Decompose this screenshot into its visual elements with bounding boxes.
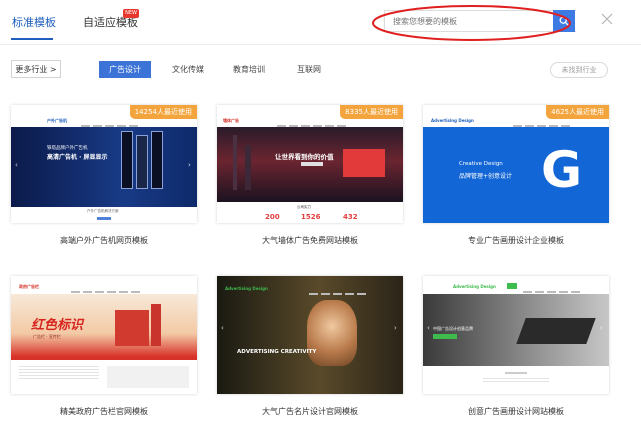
preview-nav — [81, 120, 141, 127]
preview-logo: 政府广告栏 — [19, 284, 39, 289]
preview-button — [301, 162, 323, 166]
preview-g-mark: G — [541, 141, 583, 199]
preview-section-line — [505, 372, 527, 374]
category-internet[interactable]: 互联网 — [297, 62, 321, 78]
template-card[interactable]: Advertising Design 中国广告设计创意品牌 ‹ › — [423, 276, 609, 394]
template-card[interactable]: 户外广告机 铁塔品牌户外广告机 高清广告机 · 屏显显示 ‹ › 户外广告机解决… — [11, 105, 197, 223]
preview-next-arrow: › — [188, 161, 191, 169]
search-icon — [559, 16, 569, 26]
category-culture-media[interactable]: 文化传媒 — [172, 62, 204, 78]
preview-next-arrow: › — [600, 324, 603, 332]
template-title[interactable]: 大气墙体广告免费网站模板 — [217, 235, 403, 246]
preview-portrait — [307, 300, 357, 366]
header: 标准模板 自适应模板 NEW — [0, 0, 641, 44]
preview-nav — [523, 286, 583, 293]
close-button[interactable] — [600, 12, 614, 26]
preview-button — [433, 334, 457, 339]
tab-standard-templates[interactable]: 标准模板 — [12, 14, 56, 30]
preview-kiosk — [151, 131, 163, 189]
preview-hero-line1: 让世界看到你的价值 — [275, 153, 334, 161]
preview-prev-arrow: ‹ — [221, 324, 224, 332]
close-icon — [601, 13, 613, 25]
preview-hero-line2: 高清广告机 · 屏显显示 — [47, 154, 108, 161]
preview-stat: 200 — [265, 213, 280, 221]
preview-billboard — [343, 149, 385, 177]
preview-nav — [71, 286, 143, 293]
preview-prev-arrow: ‹ — [15, 161, 18, 169]
preview-logo: 墙体广告 — [223, 118, 239, 123]
preview-nav — [277, 120, 349, 127]
preview-building — [233, 135, 237, 190]
category-education[interactable]: 教育培训 — [233, 62, 265, 78]
template-card[interactable]: 墙体广告 让世界看到你的价值 公司实力 200 1526 432 8335人最近… — [217, 105, 403, 223]
template-card[interactable]: Advertising Design Creative Design 品牌管理+… — [423, 105, 609, 223]
preview-hero-line1: 中国广告设计创意品牌 — [433, 326, 473, 331]
category-ad-design[interactable]: 广告设计 — [99, 61, 151, 78]
preview-building — [151, 304, 161, 346]
preview-nav-active — [507, 283, 517, 289]
preview-news-list — [19, 366, 99, 381]
preview-prev-arrow: ‹ — [427, 324, 430, 332]
usage-badge: 4625人最近使用 — [546, 105, 609, 119]
preview-next-arrow: › — [394, 324, 397, 332]
usage-badge: 14254人最近使用 — [129, 105, 197, 119]
preview-hero-line1: ADVERTISING CREATIVITY — [237, 349, 317, 355]
search-box — [384, 10, 576, 32]
preview-kiosk — [121, 131, 133, 189]
preview-nav — [309, 288, 369, 295]
new-badge: NEW — [123, 9, 139, 18]
preview-hero-line1: 铁塔品牌户外广告机 — [47, 146, 88, 151]
preview-stat: 1526 — [301, 213, 321, 221]
preview-keyboard — [516, 318, 596, 344]
template-title[interactable]: 专业广告画册设计企业模板 — [423, 235, 609, 246]
preview-text-lines — [483, 378, 549, 384]
preview-building — [115, 310, 149, 346]
template-card[interactable]: 政府广告栏 红色标识 广告栏 · 宣传栏 — [11, 276, 197, 394]
active-tab-indicator — [11, 38, 53, 40]
preview-logo: Advertising Design — [453, 284, 496, 289]
preview-hero-line2: 品牌管理+创意设计 — [459, 173, 513, 180]
preview-logo: Advertising Design — [225, 286, 268, 291]
template-title[interactable]: 大气广告名片设计官网模板 — [217, 406, 403, 417]
preview-section-title: 公司实力 — [297, 205, 311, 209]
preview-hero — [11, 127, 197, 207]
preview-hero-line2: 广告栏 · 宣传栏 — [33, 334, 61, 339]
template-title[interactable]: 精美政府广告栏官网模板 — [11, 406, 197, 417]
search-button[interactable] — [553, 10, 575, 32]
preview-subtitle: 户外广告机解决方案 — [87, 209, 119, 213]
preview-hero-line1: Creative Design — [459, 161, 503, 167]
industry-not-found-button[interactable]: 未找到行业 — [550, 62, 608, 78]
search-input[interactable] — [385, 11, 576, 31]
preview-building — [245, 145, 251, 190]
template-card[interactable]: Advertising Design ADVERTISING CREATIVIT… — [217, 276, 403, 394]
preview-underline — [97, 217, 111, 220]
preview-kiosk — [136, 135, 148, 189]
more-industries-button[interactable]: 更多行业 > — [11, 60, 61, 78]
template-title[interactable]: 创意广告画册设计网站模板 — [423, 406, 609, 417]
preview-nav — [513, 120, 573, 127]
header-divider — [0, 44, 641, 45]
preview-logo: Advertising Design — [431, 118, 474, 123]
usage-badge: 8335人最近使用 — [340, 105, 403, 119]
preview-hero-line1: 红色标识 — [31, 318, 84, 333]
preview-stat: 432 — [343, 213, 358, 221]
preview-news-image — [107, 366, 189, 388]
template-title[interactable]: 高端户外广告机网页模板 — [11, 235, 197, 246]
preview-logo: 户外广告机 — [47, 118, 67, 123]
